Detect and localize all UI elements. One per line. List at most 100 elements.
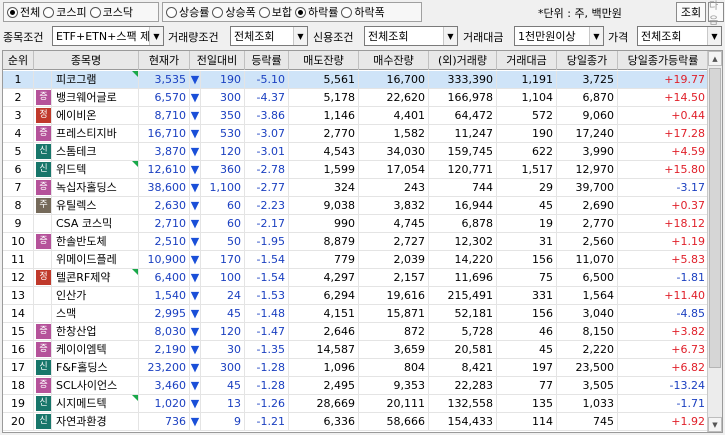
radio-sort-fall-rate[interactable]: 하락률 [295,4,338,20]
stock-name-cell[interactable]: 시지메드텍 [52,395,139,412]
stock-name-cell[interactable]: 뱅크웨어글로 [52,89,139,106]
col-diff[interactable]: 전일대비 [190,51,245,70]
radio-market-kosdaq[interactable]: 코스닥 [89,4,133,20]
table-row[interactable]: 15 증 한창산업 8,030 ▼ 120 -1.47 2,646 872 5,728 46 8,15… [3,323,708,341]
item-condition-select[interactable]: ETF+ETN+스팩 제외 ▼ [52,26,164,46]
stock-name-cell[interactable]: 케이이엠텍 [52,341,139,358]
stock-name-cell[interactable]: 녹십자홀딩스 [52,179,139,196]
table-row[interactable]: 16 증 케이이엠텍 2,190 ▼ 30 -1.35 14,587 3,659 20,581 45… [3,341,708,359]
trade-amount-label: 거래대금 [463,31,504,44]
stock-name: 녹십자홀딩스 [56,181,117,194]
badge-cell [34,251,52,268]
trade-amount-select[interactable]: 1천만원이상 ▼ [514,26,604,46]
table-row[interactable]: 18 증 SCL사이언스 3,460 ▼ 45 -1.28 2,495 9,353 22,283 7… [3,377,708,395]
table-row[interactable]: 8 주 유틸렉스 2,630 ▼ 60 -2.23 9,038 3,832 16,944 45 2,6… [3,197,708,215]
price-cell: 3,535 [139,71,190,88]
rate-cell: -1.54 [245,251,289,268]
table-row[interactable]: 9 CSA 코스믹 2,710 ▼ 60 -2.17 990 4,745 6,878 19 2,77… [3,215,708,233]
radio-market-kospi[interactable]: 코스피 [43,4,87,20]
radio-market-all[interactable]: 전체 [7,4,40,20]
radio-sort-rise-rate[interactable]: 상승률 [166,4,209,20]
price-cell: 2,710 [139,215,190,232]
stock-name-cell[interactable]: 위드텍 [52,161,139,178]
table-row[interactable]: 12 정 텔콘RF제약 6,400 ▼ 100 -1.54 4,297 2,157 11,696 7… [3,269,708,287]
col-volume[interactable]: (외)거래량 [429,51,497,70]
stock-name-cell[interactable]: 한창산업 [52,323,139,340]
col-bid[interactable]: 매수잔량 [359,51,429,70]
table-row[interactable]: 5 신 스톰테크 3,870 ▼ 120 -3.01 4,543 34,030 159,745 62… [3,143,708,161]
scroll-thumb[interactable] [709,68,721,368]
radio-sort-flat[interactable]: 보합 [258,4,292,20]
stock-name: 한솔반도체 [56,235,107,248]
table-row[interactable]: 2 증 뱅크웨어글로 6,570 ▼ 300 -4.37 5,178 22,620 166,978… [3,89,708,107]
diff-cell: 120 [201,143,245,160]
price-cell: 10,900 [139,251,190,268]
volume-condition-select[interactable]: 전체조회 ▼ [230,26,308,46]
radio-sort-rise-amount[interactable]: 상승폭 [212,4,256,20]
ask-cell: 4,151 [289,305,359,322]
stock-name-cell[interactable]: 한솔반도체 [52,233,139,250]
close-cell: 2,560 [557,233,618,250]
stock-name-cell[interactable]: 위메이드플레 [52,251,139,268]
col-name[interactable]: 종목명 [34,51,139,70]
stock-name-cell[interactable]: 인산가 [52,287,139,304]
rate-cell: -1.28 [245,377,289,394]
stock-name-cell[interactable]: 프레스티지바 [52,125,139,142]
ask-cell: 2,495 [289,377,359,394]
table-row[interactable]: 6 신 위드텍 12,610 ▼ 360 -2.78 1,599 17,054 120,771 1,… [3,161,708,179]
down-arrow-icon: ▼ [190,413,201,430]
col-ask[interactable]: 매도잔량 [289,51,359,70]
col-close[interactable]: 당일종가 [557,51,618,70]
radio-selected-icon [295,6,306,18]
badge-cell: 신 [34,161,52,178]
col-price[interactable]: 현재가 [139,51,190,70]
price-cell: 23,200 [139,359,190,376]
stock-name-cell[interactable]: 유틸렉스 [52,197,139,214]
col-rank[interactable]: 순위 [3,51,34,70]
scroll-up-icon[interactable]: ▲ [708,51,722,66]
close-cell: 2,220 [557,341,618,358]
stock-name-cell[interactable]: 텔콘RF제약 [52,269,139,286]
table-row[interactable]: 3 정 에이비온 8,710 ▼ 350 -3.86 1,146 4,401 64,472 572 9… [3,107,708,125]
next-button[interactable]: 다음 [708,1,724,27]
credit-condition-select[interactable]: 전체조회 ▼ [364,26,458,46]
top-filter-bar: 전체 코스피 코스닥 상승률 상승폭 보합 하락률 하락폭 *단위 : 주, 백… [0,0,725,27]
badge-cell: 신 [34,413,52,430]
table-row[interactable]: 7 증 녹십자홀딩스 38,600 ▼ 1,100 -2.77 324 243 744 29 39,7… [3,179,708,197]
stock-name-cell[interactable]: 스맥 [52,305,139,322]
rate-cell: -3.01 [245,143,289,160]
rate-cell: -5.10 [245,71,289,88]
close-cell: 2,690 [557,197,618,214]
scroll-down-icon[interactable]: ▼ [708,417,722,432]
stock-name-cell[interactable]: 피코그램 [52,71,139,88]
stock-name-cell[interactable]: F&F홀딩스 [52,359,139,376]
price-select[interactable]: 전체조회 ▼ [637,26,722,46]
diff-cell: 60 [201,197,245,214]
stock-name-cell[interactable]: 자연과환경 [52,413,139,430]
stock-name-cell[interactable]: 에이비온 [52,107,139,124]
table-row[interactable]: 1 피코그램 3,535 ▼ 190 -5.10 5,561 16,700 333,390 1,1… [3,71,708,89]
table-row[interactable]: 19 신 시지메드텍 1,020 ▼ 13 -1.26 28,669 20,111 132,558… [3,395,708,413]
table-row[interactable]: 11 위메이드플레 10,900 ▼ 170 -1.54 779 2,039 14,220 156… [3,251,708,269]
col-close-rate[interactable]: 당일종가등락률 [618,51,708,70]
table-row[interactable]: 4 증 프레스티지바 16,710 ▼ 530 -3.07 2,770 1,582 11,247 1… [3,125,708,143]
table-row[interactable]: 13 인산가 1,540 ▼ 24 -1.53 6,294 19,616 215,491 331 1… [3,287,708,305]
col-rate[interactable]: 등락률 [245,51,289,70]
stock-name: 시지메드텍 [56,397,107,410]
table-row[interactable]: 10 증 한솔반도체 2,510 ▼ 50 -1.95 8,879 2,727 12,302 31 2… [3,233,708,251]
vertical-scrollbar[interactable]: ▲ ▼ [707,51,722,432]
radio-sort-fall-amount[interactable]: 하락폭 [341,4,385,20]
query-button[interactable]: 조회 [676,2,706,22]
volume-condition-label: 거래량조건 [168,31,219,44]
margin-badge: 증 [36,234,51,249]
margin-badge: 정 [36,108,51,123]
stock-name-cell[interactable]: 스톰테크 [52,143,139,160]
col-amount[interactable]: 거래대금 [497,51,557,70]
table-row[interactable]: 20 신 자연과환경 736 ▼ 9 -1.21 6,336 58,666 154,433 114 7… [3,413,708,431]
stock-name-cell[interactable]: CSA 코스믹 [52,215,139,232]
price-cell: 8,710 [139,107,190,124]
stock-name-cell[interactable]: SCL사이언스 [52,377,139,394]
volume-cell: 22,283 [429,377,497,394]
table-row[interactable]: 14 스맥 2,995 ▼ 45 -1.48 4,151 15,871 52,181 156 3,0… [3,305,708,323]
table-row[interactable]: 17 신 F&F홀딩스 23,200 ▼ 300 -1.28 1,096 804 8,421 197… [3,359,708,377]
